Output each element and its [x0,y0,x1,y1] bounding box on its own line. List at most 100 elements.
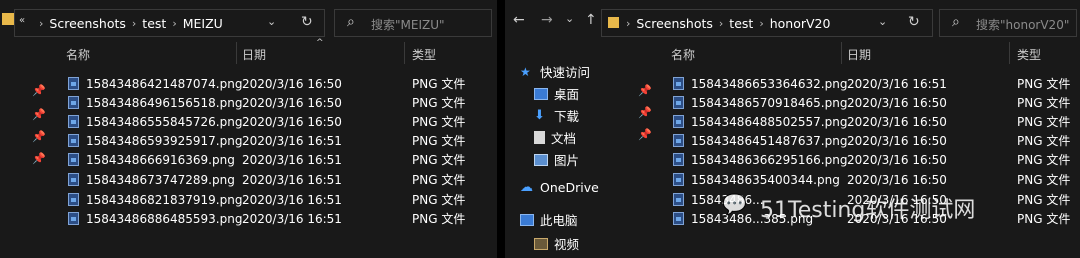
file-type: PNG 文件 [412,77,466,91]
breadcrumb-test[interactable]: test [729,16,753,31]
column-divider[interactable] [404,42,405,64]
pin-icon[interactable]: 📌 [32,84,46,97]
file-name: 15843486421487074.png [86,76,243,91]
png-file-icon [673,212,684,225]
file-date: 2020/3/16 16:50 [242,76,342,91]
breadcrumb-screenshots[interactable]: Screenshots [636,16,712,31]
file-row[interactable]: 15843486821837919.png 2020/3/16 16:51 PN… [68,190,488,209]
nav-quick-access[interactable]: ★ 快速访问 [520,62,590,81]
png-file-icon [68,153,79,166]
png-file-icon [68,115,79,128]
file-name: 15843486366295166.png [691,152,848,167]
pin-icon[interactable]: 📌 [32,130,46,143]
breadcrumb-meizu[interactable]: MEIZU [183,16,223,31]
file-type: PNG 文件 [1017,96,1071,110]
file-row[interactable]: 15843486488502557.png 2020/3/16 16:50 PN… [673,112,1077,131]
column-divider[interactable] [1009,42,1010,64]
refresh-icon[interactable]: ↻ [908,14,920,30]
computer-icon [520,213,534,226]
breadcrumb-test[interactable]: test [142,16,166,31]
nav-downloads[interactable]: ⬇ 下载 [534,106,579,125]
chevron-right-icon: › [131,17,137,30]
chevron-right-icon: › [39,17,44,30]
file-type: PNG 文件 [1017,173,1071,187]
nav-label: 文档 [551,131,577,146]
search-icon: ⌕ [952,14,960,30]
column-header-type[interactable]: 类型 [412,46,436,63]
file-row[interactable]: 1584348673747289.png 2020/3/16 16:51 PNG… [68,170,488,189]
breadcrumb-screenshots[interactable]: Screenshots [49,16,125,31]
nav-label: 下载 [554,109,580,124]
file-row[interactable]: 15843486653364632.png 2020/3/16 16:51 PN… [673,74,1077,93]
chevron-left-icon[interactable]: « [19,15,25,26]
file-name: 15843486653364632.png [691,76,848,91]
png-file-icon [68,96,79,109]
download-icon: ⬇ [534,107,545,123]
file-name: 15843486821837919.png [86,192,243,207]
chevron-right-icon: › [759,17,764,30]
file-row[interactable]: 15843486451487637.png 2020/3/16 16:50 PN… [673,131,1077,150]
chevron-down-icon[interactable]: ⌄ [878,15,887,28]
file-type: PNG 文件 [412,115,466,129]
column-header-type[interactable]: 类型 [1017,46,1041,63]
column-divider[interactable] [841,42,842,64]
nav-videos[interactable]: 视频 [534,234,579,253]
file-row[interactable]: 15843486555845726.png 2020/3/16 16:50 PN… [68,112,488,131]
png-file-icon [673,77,684,90]
right-address-bar[interactable]: › Screenshots › test › honorV20 ⌄ ↻ [601,9,933,37]
folder-icon [608,17,619,28]
nav-desktop[interactable]: 桌面 [534,84,579,103]
refresh-icon[interactable]: ↻ [301,14,313,30]
chevron-right-icon: › [718,17,724,30]
pin-icon[interactable]: 📌 [32,108,46,121]
pin-icon[interactable]: 📌 [638,128,652,141]
file-type: PNG 文件 [1017,77,1071,91]
file-row[interactable]: 15843486570918465.png 2020/3/16 16:50 PN… [673,93,1077,112]
file-row[interactable]: 15843486593925917.png 2020/3/16 16:51 PN… [68,131,488,150]
chevron-down-icon[interactable]: ⌄ [565,12,574,25]
left-address-bar[interactable]: « › Screenshots › test › MEIZU ⌄ ↻ [14,9,325,37]
forward-arrow-icon[interactable]: → [541,12,553,28]
png-file-icon [68,77,79,90]
breadcrumb-honorv20[interactable]: honorV20 [770,16,831,31]
pin-icon[interactable]: 📌 [32,152,46,165]
nav-label: OneDrive [540,180,599,195]
file-date: 2020/3/16 16:50 [847,114,947,129]
png-file-icon [68,212,79,225]
back-arrow-icon[interactable]: ← [513,12,525,28]
left-search-input[interactable]: ⌕ 搜索"MEIZU" [334,9,492,37]
file-row[interactable]: 1584348666916369.png 2020/3/16 16:51 PNG… [68,150,488,169]
pin-icon[interactable]: 📌 [638,84,652,97]
file-type: PNG 文件 [412,96,466,110]
right-search-input[interactable]: ⌕ 搜索"honorV20" [939,9,1077,37]
column-header-date[interactable]: 日期 [242,46,266,63]
file-row[interactable]: 15843486366295166.png 2020/3/16 16:50 PN… [673,150,1077,169]
file-type: PNG 文件 [412,153,466,167]
file-row[interactable]: 15843486496156518.png 2020/3/16 16:50 PN… [68,93,488,112]
file-row[interactable]: 15843486421487074.png 2020/3/16 16:50 PN… [68,74,488,93]
nav-pictures[interactable]: 图片 [534,150,579,169]
chevron-down-icon[interactable]: ⌄ [267,15,276,28]
nav-label: 快速访问 [540,65,591,80]
file-type: PNG 文件 [1017,153,1071,167]
column-header-name[interactable]: 名称 [671,46,695,63]
nav-this-pc[interactable]: 此电脑 [520,210,578,229]
column-divider[interactable] [236,42,237,64]
file-row[interactable]: 15843486886485593.png 2020/3/16 16:51 PN… [68,209,488,228]
search-icon: ⌕ [347,14,355,30]
star-icon: ★ [520,64,531,79]
file-row[interactable]: 1584348635400344.png 2020/3/16 16:50 PNG… [673,170,1077,189]
nav-label: 视频 [554,237,580,252]
pin-icon[interactable]: 📌 [638,106,652,119]
file-name: 15843486886485593.png [86,211,243,226]
png-file-icon [673,193,684,206]
search-placeholder: 搜索"MEIZU" [371,18,445,32]
column-header-name[interactable]: 名称 [66,46,90,63]
png-file-icon [68,173,79,186]
nav-onedrive[interactable]: ☁ OneDrive [520,180,599,195]
column-header-date[interactable]: 日期 [847,46,871,63]
sort-up-icon: ^ [316,38,324,48]
up-arrow-icon[interactable]: ↑ [585,12,597,28]
nav-documents[interactable]: 文档 [534,128,576,147]
file-date: 2020/3/16 16:50 [242,95,342,110]
